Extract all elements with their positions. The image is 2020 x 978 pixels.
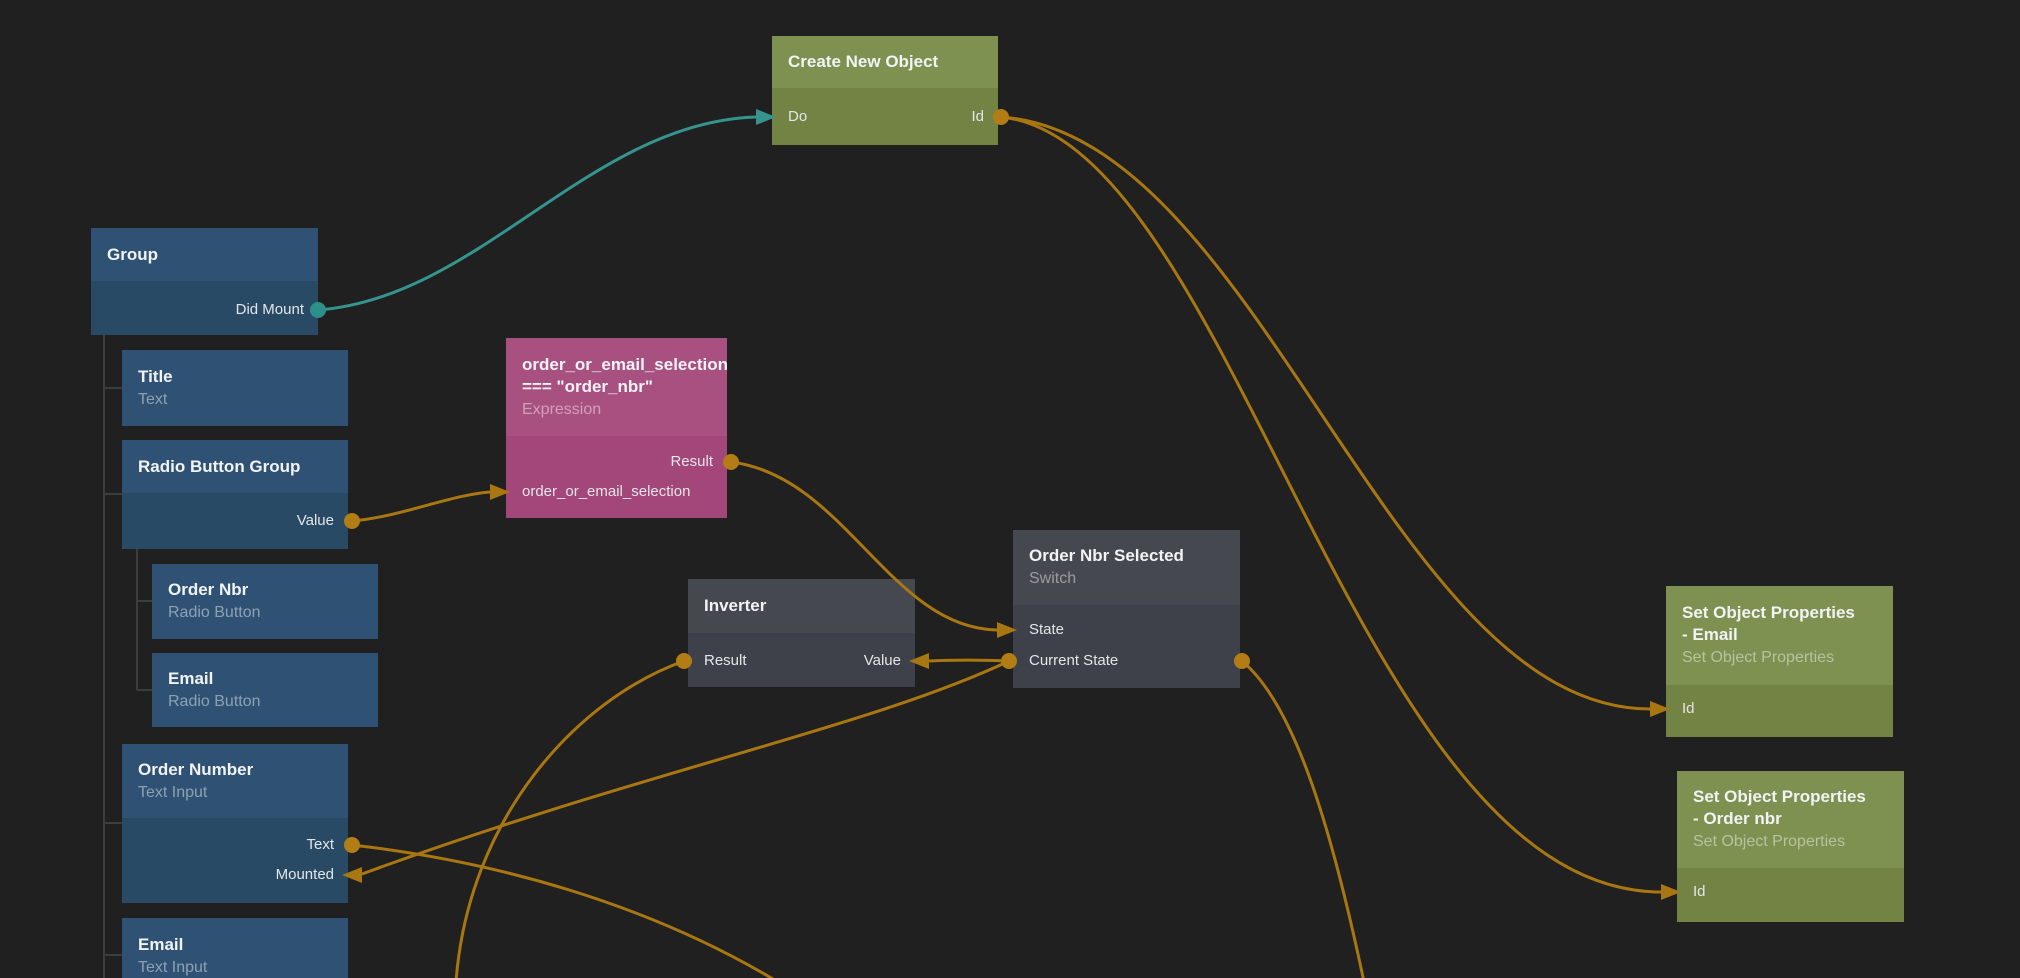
wire-create-new-object-id[interactable] bbox=[1001, 117, 1650, 709]
wire-group-did-mount[interactable] bbox=[318, 117, 756, 310]
wire-arrowhead-icon bbox=[909, 653, 929, 669]
wire-radio-button-group-value[interactable] bbox=[352, 492, 490, 521]
connection-dot[interactable] bbox=[723, 454, 739, 470]
connection-dot[interactable] bbox=[310, 302, 326, 318]
wires-layer bbox=[0, 0, 2020, 978]
wire-arrowhead-icon bbox=[342, 867, 362, 883]
wire-order-nbr-selected-switch-current-state[interactable] bbox=[1242, 661, 1364, 978]
wire-expression-result[interactable] bbox=[731, 462, 997, 630]
connection-dot[interactable] bbox=[344, 513, 360, 529]
wire-arrowhead-icon bbox=[1650, 701, 1670, 717]
wire-inverter-result[interactable] bbox=[456, 661, 684, 978]
wire-arrowhead-icon bbox=[1661, 884, 1681, 900]
wire-create-new-object-id[interactable] bbox=[1001, 117, 1661, 892]
wire-order-number-input-text[interactable] bbox=[352, 845, 778, 978]
connection-dot[interactable] bbox=[993, 109, 1009, 125]
node-graph-canvas[interactable]: Create New ObjectDoIdGroupDid MountTitle… bbox=[0, 0, 2020, 978]
wire-order-nbr-selected-switch-current-state[interactable] bbox=[929, 660, 1009, 661]
wire-order-nbr-selected-switch-current-state[interactable] bbox=[362, 661, 1009, 874]
wire-arrowhead-icon bbox=[756, 109, 776, 125]
connection-dot[interactable] bbox=[344, 837, 360, 853]
connection-dot[interactable] bbox=[1001, 653, 1017, 669]
connection-dot[interactable] bbox=[676, 653, 692, 669]
connection-dot[interactable] bbox=[1234, 653, 1250, 669]
wire-arrowhead-icon bbox=[997, 622, 1017, 638]
wire-arrowhead-icon bbox=[490, 484, 510, 500]
